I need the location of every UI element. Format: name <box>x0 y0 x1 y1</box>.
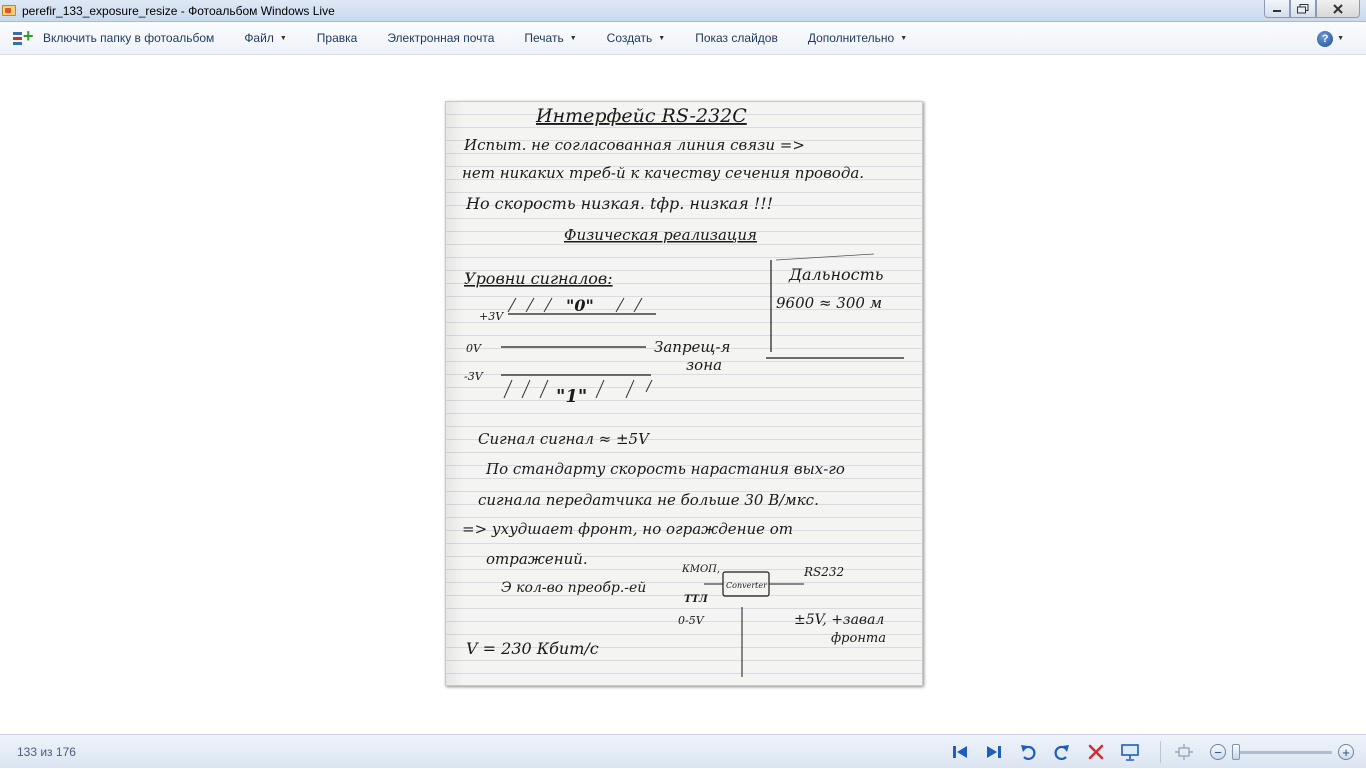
note-line: +3V <box>479 310 504 323</box>
help-button[interactable]: ? ▼ <box>1317 22 1344 55</box>
menu-file[interactable]: Файл ▼ <box>229 22 301 55</box>
note-line: "0" <box>566 296 594 315</box>
close-icon <box>1333 3 1343 14</box>
note-line: зона <box>686 356 722 374</box>
delete-button[interactable] <box>1084 740 1108 764</box>
menu-print[interactable]: Печать ▼ <box>509 22 591 55</box>
rotate-right-button[interactable] <box>1050 740 1074 764</box>
navigation-controls <box>948 735 1169 769</box>
note-line: 9600 ≈ 300 м <box>776 294 882 312</box>
note-line: По стандарту скорость нарастания вых-го <box>485 460 845 478</box>
next-icon <box>987 746 1001 758</box>
zoom-slider[interactable] <box>1232 743 1332 760</box>
notebook-photo[interactable]: Интерфейс RS-232C Испыт. не согласованна… <box>445 101 923 686</box>
note-line: Уровни сигналов: <box>464 269 613 288</box>
help-icon: ? <box>1317 30 1334 47</box>
note-line: нет никаких треб-й к качеству сечения пр… <box>462 164 864 182</box>
close-button[interactable] <box>1316 0 1360 18</box>
maximize-button[interactable] <box>1290 0 1316 18</box>
minimize-button[interactable] <box>1264 0 1290 18</box>
note-line: ТТЛ <box>684 594 709 605</box>
command-bar: + Включить папку в фотоальбом Файл ▼ Прав… <box>0 22 1366 55</box>
menu-slideshow[interactable]: Показ слайдов <box>680 22 793 55</box>
photo-gallery-app-icon[interactable] <box>2 3 18 19</box>
note-line: фронта <box>831 631 886 646</box>
menu-edit[interactable]: Правка <box>302 22 373 55</box>
next-button[interactable] <box>982 740 1006 764</box>
chevron-down-icon: ▼ <box>900 34 908 42</box>
fit-to-window-icon <box>1175 744 1193 760</box>
window-title: perefir_133_exposure_resize - Фотоальбом… <box>22 3 335 18</box>
note-line: 0V <box>466 342 482 355</box>
note-line: отражений. <box>486 550 588 568</box>
rotate-left-icon <box>1021 745 1036 760</box>
chevron-down-icon: ▼ <box>658 34 666 42</box>
chevron-down-icon: ▼ <box>279 34 287 42</box>
note-line: Converter <box>726 581 768 590</box>
zoom-slider-thumb[interactable] <box>1232 743 1240 760</box>
note-line: сигнала передатчика не больше 30 В/мкс. <box>478 491 819 509</box>
menu-email[interactable]: Электронная почта <box>372 22 509 55</box>
note-line: ±5V, +завал <box>794 612 884 628</box>
note-line: Физическая реализация <box>564 226 757 244</box>
note-line: Дальность <box>788 265 883 284</box>
include-folder-button[interactable]: + Включить папку в фотоальбом <box>0 22 229 55</box>
minimize-icon <box>1273 9 1281 12</box>
note-line: 0-5V <box>678 614 705 627</box>
rotate-left-button[interactable] <box>1016 740 1040 764</box>
zoom-controls: − + <box>1172 735 1354 769</box>
include-folder-label: Включить папку в фотоальбом <box>43 31 215 45</box>
delete-icon <box>1088 744 1104 760</box>
chevron-down-icon: ▼ <box>1337 35 1344 42</box>
maximize-icon <box>1297 3 1309 13</box>
handwritten-notes: Интерфейс RS-232C Испыт. не согласованна… <box>462 105 904 677</box>
note-line: RS232 <box>803 565 844 579</box>
zoom-in-icon: + <box>1342 744 1350 760</box>
add-folder-icon: + <box>12 27 36 47</box>
zoom-in-button[interactable]: + <box>1338 744 1354 760</box>
note-line: Запрещ-я <box>654 338 730 356</box>
note-line: Но скорость низкая. tфр. низкая !!! <box>465 194 773 213</box>
photo-counter: 133 из 176 <box>17 744 76 759</box>
zoom-out-icon: − <box>1214 744 1222 760</box>
status-bar: 133 из 176 − + <box>0 734 1366 768</box>
menu-create[interactable]: Создать ▼ <box>592 22 681 55</box>
note-line: Э кол-во преобр.-ей <box>501 580 646 596</box>
note-line: => ухудшает фронт, но ограждение от <box>462 520 793 538</box>
slideshow-icon <box>1121 744 1139 761</box>
window-controls <box>1264 0 1360 20</box>
photo-viewer: Интерфейс RS-232C Испыт. не согласованна… <box>0 56 1366 734</box>
note-line: КМОП, <box>681 564 720 575</box>
note-line: Сигнал сигнал ≈ ±5V <box>478 430 651 448</box>
slideshow-button[interactable] <box>1118 740 1142 764</box>
previous-icon <box>953 746 967 758</box>
previous-button[interactable] <box>948 740 972 764</box>
note-line: V = 230 Кбит/с <box>466 639 599 658</box>
note-line: Испыт. не согласованная линия связи => <box>463 136 805 154</box>
toolbar-divider <box>1160 741 1161 763</box>
note-line: "1" <box>556 386 587 407</box>
note-line: -3V <box>464 370 484 383</box>
rotate-right-icon <box>1054 745 1069 760</box>
fit-to-window-button[interactable] <box>1172 740 1196 764</box>
title-bar: perefir_133_exposure_resize - Фотоальбом… <box>0 0 1366 22</box>
zoom-out-button[interactable]: − <box>1210 744 1226 760</box>
chevron-down-icon: ▼ <box>569 34 577 42</box>
note-title: Интерфейс RS-232C <box>535 105 747 127</box>
menu-more[interactable]: Дополнительно ▼ <box>793 22 922 55</box>
